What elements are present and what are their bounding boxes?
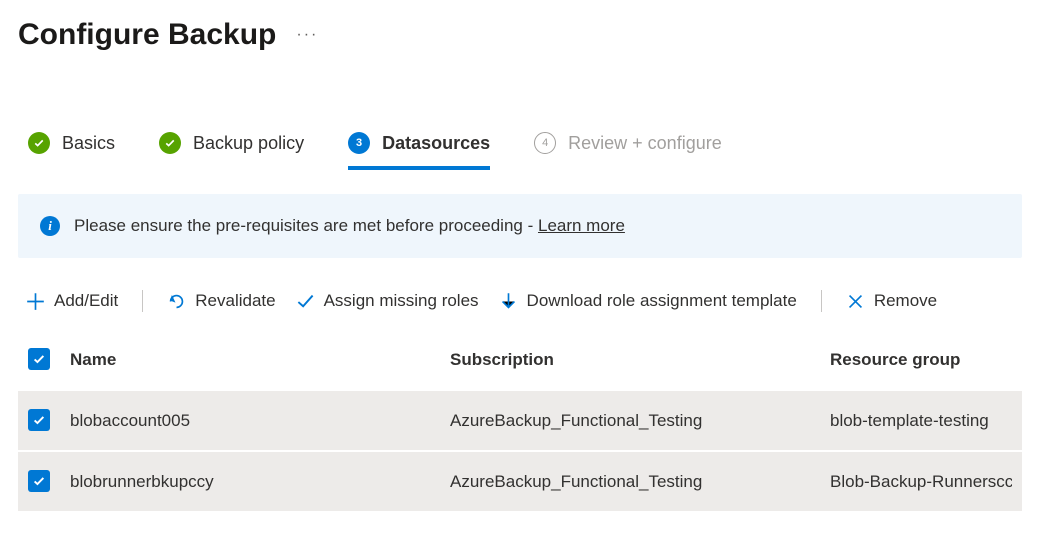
refresh-icon [167,292,186,311]
step-number-icon: 3 [348,132,370,154]
step-label: Backup policy [193,133,304,154]
cell-name: blobrunnerbkupccy [70,472,450,492]
wizard-steps: Basics Backup policy 3 Datasources 4 Rev… [18,132,1022,166]
assign-roles-label: Assign missing roles [324,291,479,311]
table-header: Name Subscription Resource group [18,330,1022,389]
close-icon [846,292,865,311]
cell-name: blobaccount005 [70,411,450,431]
step-label: Datasources [382,133,490,154]
checkmark-icon [28,132,50,154]
checkmark-icon [296,292,315,311]
row-checkbox[interactable] [28,470,50,492]
step-label: Basics [62,133,115,154]
download-template-button[interactable]: Download role assignment template [499,291,797,311]
table-row[interactable]: blobrunnerbkupccy AzureBackup_Functional… [18,450,1022,511]
datasources-table: Name Subscription Resource group blobacc… [18,330,1022,511]
info-icon: i [40,216,60,236]
add-edit-button[interactable]: Add/Edit [26,291,118,311]
info-text: Please ensure the pre-requisites are met… [74,216,538,235]
command-bar: Add/Edit Revalidate Assign missing roles… [18,290,1022,312]
cell-subscription: AzureBackup_Functional_Testing [450,472,830,492]
remove-label: Remove [874,291,937,311]
step-label: Review + configure [568,133,722,154]
separator [821,290,822,312]
remove-button[interactable]: Remove [846,291,937,311]
plus-icon [26,292,45,311]
cell-resource-group: blob-template-testing [830,411,1012,431]
cell-resource-group: Blob-Backup-Runnersccy [830,472,1012,492]
row-checkbox[interactable] [28,409,50,431]
cell-subscription: AzureBackup_Functional_Testing [450,411,830,431]
select-all-checkbox[interactable] [28,348,50,370]
header-resource-group[interactable]: Resource group [830,350,1012,370]
add-edit-label: Add/Edit [54,291,118,311]
table-row[interactable]: blobaccount005 AzureBackup_Functional_Te… [18,389,1022,450]
download-template-label: Download role assignment template [527,291,797,311]
step-datasources[interactable]: 3 Datasources [348,132,490,170]
header-name[interactable]: Name [70,350,450,370]
checkmark-icon [159,132,181,154]
revalidate-label: Revalidate [195,291,275,311]
page-title: Configure Backup [18,18,276,52]
download-icon [499,292,518,311]
more-menu-icon[interactable]: ··· [296,26,318,44]
step-review-configure[interactable]: 4 Review + configure [534,132,722,166]
step-backup-policy[interactable]: Backup policy [159,132,304,166]
step-number-icon: 4 [534,132,556,154]
assign-missing-roles-button[interactable]: Assign missing roles [296,291,479,311]
separator [142,290,143,312]
header-subscription[interactable]: Subscription [450,350,830,370]
learn-more-link[interactable]: Learn more [538,216,625,235]
revalidate-button[interactable]: Revalidate [167,291,275,311]
step-basics[interactable]: Basics [28,132,115,166]
info-banner: i Please ensure the pre-requisites are m… [18,194,1022,258]
